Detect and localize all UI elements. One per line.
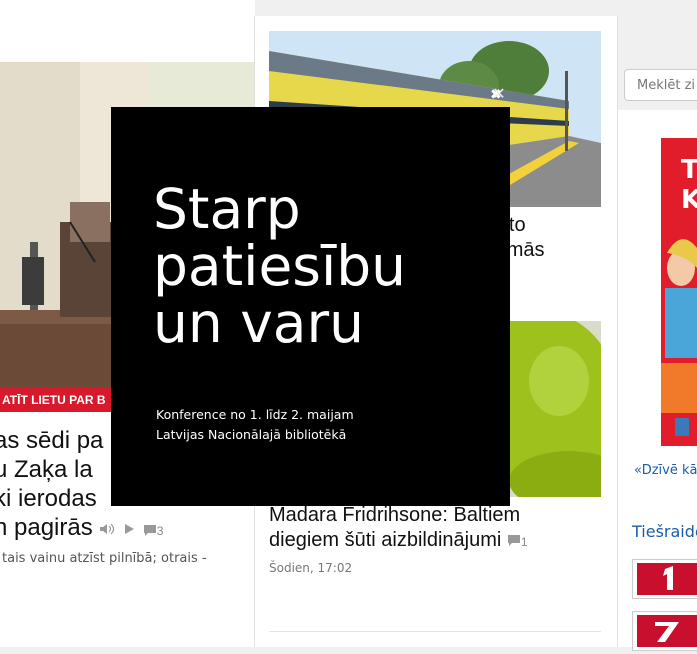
live-section-title[interactable]: Tiešraide — [632, 522, 697, 541]
play-icon[interactable] — [122, 514, 136, 543]
svg-text:T: T — [681, 155, 697, 185]
headline-line: diegiem šūti aizbildinājumi — [269, 529, 502, 551]
overlay-title-line: Starp — [153, 177, 301, 241]
overlay-subtitle-venue: Latvijas Nacionālajā bibliotēkā — [156, 427, 347, 442]
center-article-headline[interactable]: Madara Fridrihsone: Baltiem diegiem šūti… — [269, 503, 599, 555]
overlay-subtitle-date: Konference no 1. līdz 2. maijam — [156, 407, 354, 422]
channel-ltv7-button[interactable] — [632, 611, 697, 651]
ltv7-logo-icon — [637, 615, 697, 647]
overlay-title-line: un varu — [153, 291, 364, 355]
close-icon[interactable]: ✕ — [489, 84, 509, 104]
channel-ltv1-button[interactable] — [632, 559, 697, 599]
video-banner-text: ATĪT LIETU PAR B — [2, 393, 106, 407]
audio-icon[interactable] — [99, 514, 115, 543]
divider — [269, 631, 601, 632]
ad-banner[interactable]: T K — [661, 138, 697, 446]
overlay-title: Starp patiesību un varu — [153, 181, 493, 352]
overlay-title-line: patiesību — [153, 234, 407, 298]
search-input[interactable]: Meklēt zi — [624, 69, 697, 101]
svg-text:K: K — [681, 185, 697, 215]
article-timestamp: Šodien, 17:02 — [269, 561, 353, 575]
headline-line: Madara Fridrihsone: Baltiem — [269, 504, 521, 526]
ad-illustration: T K — [661, 138, 697, 446]
comment-count: 1 — [520, 535, 528, 549]
headline-line: n pagirās — [0, 514, 93, 541]
comment-count: 3 — [156, 524, 164, 538]
conference-promo-overlay[interactable]: ✕ Starp patiesību un varu Konference no … — [111, 84, 510, 506]
comment-icon — [507, 528, 521, 553]
ltv1-logo-icon — [637, 563, 697, 595]
left-article-snippet: tais vainu atzīst pilnībā; otrais - — [2, 551, 207, 566]
ad-link[interactable]: «Dzīvē kā — [634, 463, 697, 478]
comment-icon — [143, 514, 157, 543]
